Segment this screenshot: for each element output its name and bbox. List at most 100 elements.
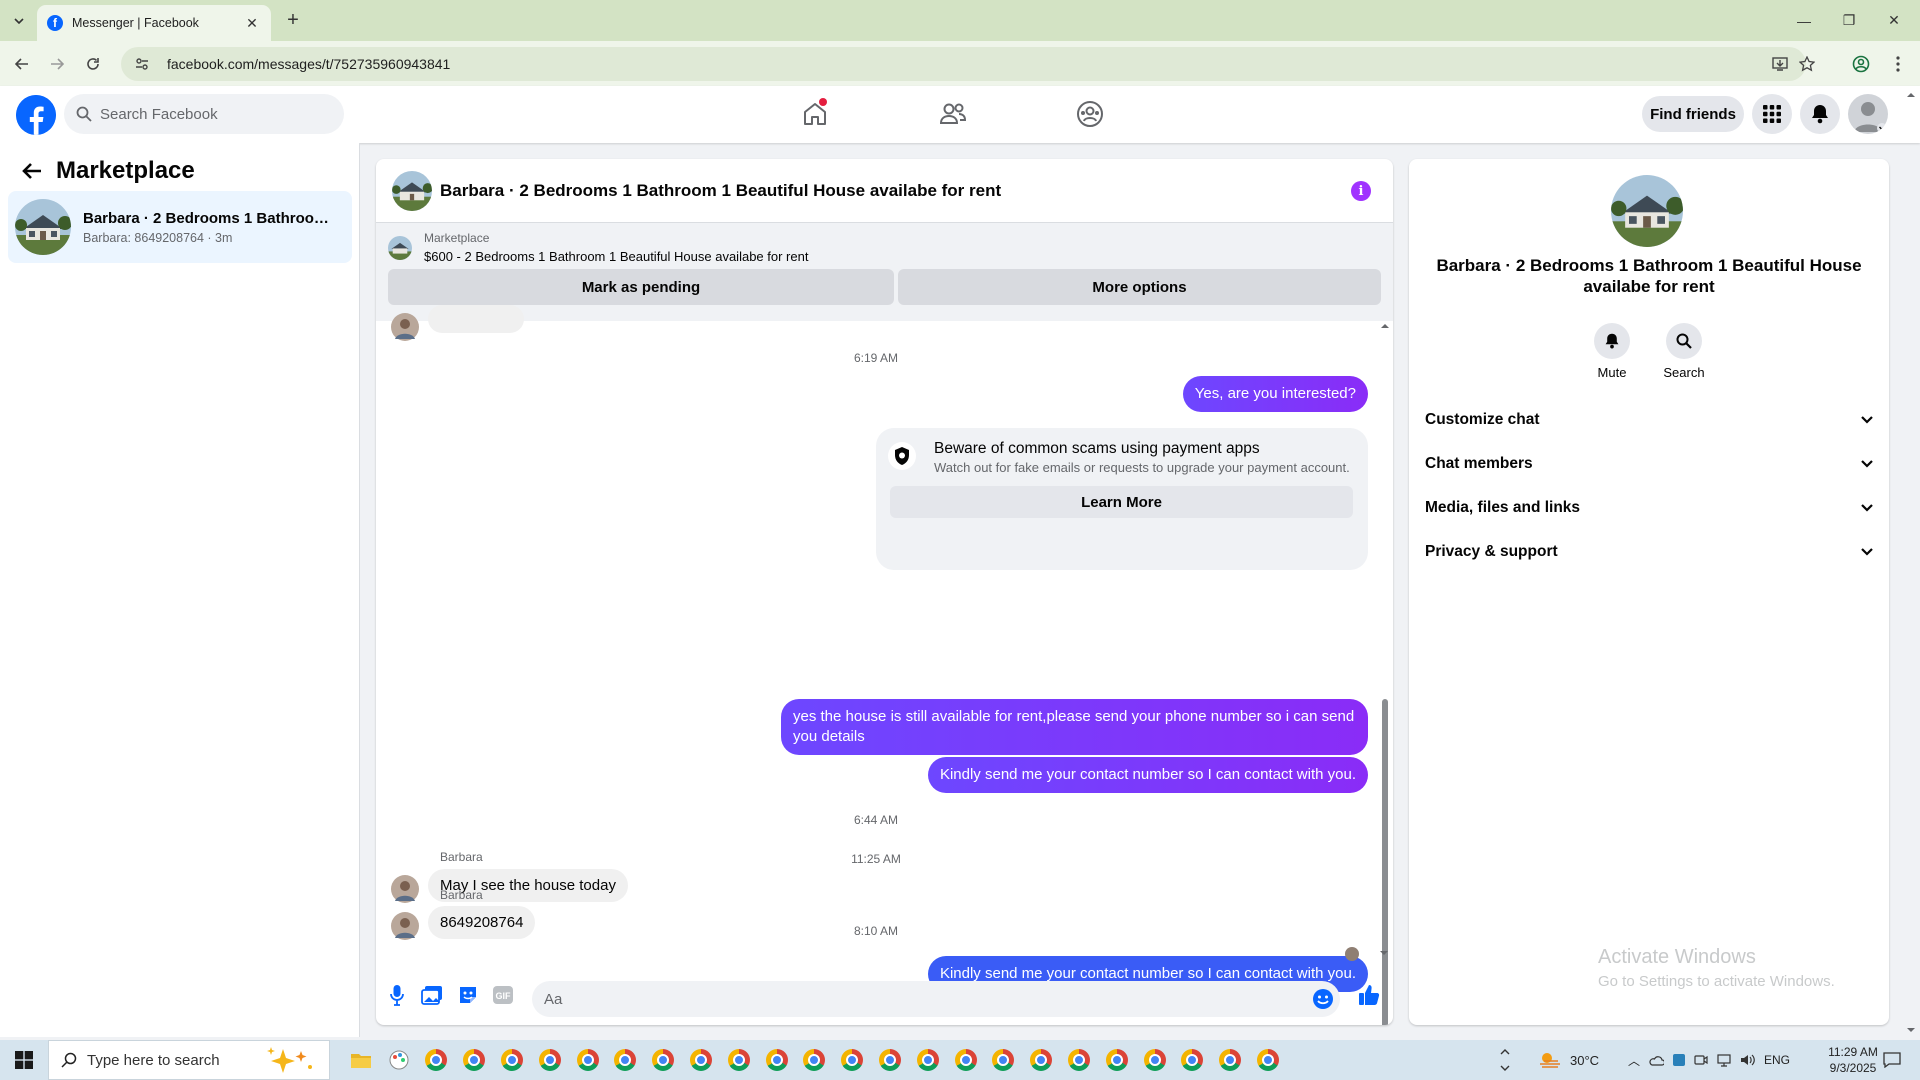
taskbar-scroll[interactable]	[1500, 1040, 1510, 1080]
new-tab-button[interactable]: +	[282, 9, 304, 31]
sticker-icon[interactable]	[456, 983, 480, 1007]
chrome-icon[interactable]	[796, 1046, 834, 1074]
chrome-icon[interactable]	[871, 1046, 909, 1074]
bell-icon[interactable]	[1594, 323, 1630, 359]
restore-button[interactable]: ❐	[1827, 0, 1871, 41]
message-input[interactable]	[532, 981, 1340, 1017]
chrome-icon[interactable]	[493, 1046, 531, 1074]
chrome-icon[interactable]	[1174, 1046, 1212, 1074]
tab-search-button[interactable]	[8, 10, 30, 32]
customize-chat-row[interactable]: Customize chat	[1425, 402, 1873, 438]
app-tray-icon[interactable]	[1672, 1053, 1686, 1067]
listing-profile-image[interactable]	[1611, 175, 1683, 247]
facebook-search[interactable]	[64, 94, 344, 134]
chrome-icon[interactable]	[531, 1046, 569, 1074]
windows-start-button[interactable]	[0, 1040, 48, 1080]
bookmark-star-icon[interactable]	[1793, 47, 1821, 81]
chat-scrollbar[interactable]	[1378, 321, 1390, 1025]
url-bar[interactable]: facebook.com/messages/t/752735960943841	[121, 47, 1815, 81]
chrome-icon[interactable]	[833, 1046, 871, 1074]
conversation-item[interactable]: Barbara · 2 Bedrooms 1 Bathroom ... Barb…	[8, 191, 352, 263]
page-scroll-down-icon[interactable]	[1906, 1027, 1916, 1033]
notification-center-icon[interactable]	[1872, 1040, 1912, 1080]
back-button[interactable]	[9, 51, 35, 77]
forward-button[interactable]	[44, 51, 70, 77]
microphone-icon[interactable]	[385, 983, 409, 1007]
chrome-icon[interactable]	[720, 1046, 758, 1074]
outgoing-message[interactable]: Yes, are you interested?	[1182, 376, 1368, 412]
gif-icon[interactable]: GIF	[491, 983, 515, 1007]
chrome-icon[interactable]	[947, 1046, 985, 1074]
like-thumb-icon[interactable]	[1357, 983, 1381, 1007]
photo-icon[interactable]	[420, 983, 444, 1007]
chrome-icon[interactable]	[1249, 1046, 1287, 1074]
page-scroll-up-icon[interactable]	[1906, 92, 1916, 98]
taskbar-search[interactable]	[48, 1040, 330, 1080]
chrome-icon[interactable]	[758, 1046, 796, 1074]
info-icon[interactable]: i	[1351, 181, 1371, 201]
chrome-icon[interactable]	[1060, 1046, 1098, 1074]
privacy-support-row[interactable]: Privacy & support	[1425, 534, 1873, 570]
chat-members-row[interactable]: Chat members	[1425, 446, 1873, 482]
chrome-icon[interactable]	[644, 1046, 682, 1074]
window-close-button[interactable]: ✕	[1872, 0, 1916, 41]
back-arrow-icon[interactable]	[20, 159, 44, 183]
nav-friends[interactable]	[923, 94, 983, 134]
chrome-icon[interactable]	[682, 1046, 720, 1074]
profile-icon[interactable]	[1848, 51, 1874, 77]
more-options-button[interactable]: More options	[898, 269, 1381, 305]
learn-more-button[interactable]: Learn More	[890, 486, 1353, 518]
paint-app-icon[interactable]	[380, 1046, 418, 1074]
incoming-message[interactable]: 8649208764	[428, 906, 536, 939]
chrome-icon[interactable]	[909, 1046, 947, 1074]
scroll-up-icon[interactable]	[1380, 323, 1390, 329]
chrome-icon[interactable]	[985, 1046, 1023, 1074]
chrome-icon[interactable]	[1098, 1046, 1136, 1074]
scroll-down-icon[interactable]	[1379, 950, 1389, 956]
nav-groups[interactable]	[1060, 94, 1120, 134]
message-text-field[interactable]	[544, 990, 1304, 1008]
site-info-icon[interactable]	[135, 57, 149, 71]
chrome-icon[interactable]	[1211, 1046, 1249, 1074]
facebook-logo-icon[interactable]	[16, 95, 56, 135]
media-files-links-row[interactable]: Media, files and links	[1425, 490, 1873, 526]
search-action[interactable]: Search	[1654, 323, 1714, 380]
menu-grid-button[interactable]	[1752, 94, 1792, 134]
onedrive-icon[interactable]	[1648, 1054, 1665, 1066]
sender-avatar[interactable]	[391, 912, 419, 940]
chrome-icon[interactable]	[455, 1046, 493, 1074]
file-explorer-icon[interactable]	[342, 1046, 380, 1074]
account-avatar[interactable]	[1848, 94, 1888, 134]
chrome-icon[interactable]	[1136, 1046, 1174, 1074]
chrome-icon[interactable]	[569, 1046, 607, 1074]
reload-button[interactable]	[80, 51, 106, 77]
mark-as-pending-button[interactable]: Mark as pending	[388, 269, 894, 305]
chrome-icon[interactable]	[418, 1046, 456, 1074]
search-icon[interactable]	[1666, 323, 1702, 359]
network-icon[interactable]	[1716, 1053, 1732, 1067]
notifications-button[interactable]	[1800, 94, 1840, 134]
show-hidden-icons-icon[interactable]: ︿	[1628, 1052, 1640, 1069]
outgoing-message[interactable]: Kindly send me your contact number so I …	[927, 757, 1368, 793]
find-friends-button[interactable]: Find friends	[1642, 96, 1744, 132]
facebook-search-input[interactable]	[100, 105, 320, 123]
chrome-icon[interactable]	[607, 1046, 645, 1074]
language-indicator[interactable]: ENG	[1764, 1053, 1790, 1067]
browser-menu-icon[interactable]	[1885, 51, 1911, 77]
taskbar-search-input[interactable]	[87, 1051, 257, 1069]
chat-avatar[interactable]	[392, 170, 432, 211]
minimize-button[interactable]: —	[1782, 0, 1826, 41]
browser-tab-messenger[interactable]: f Messenger | Facebook ✕	[37, 5, 271, 41]
nav-home[interactable]	[785, 94, 845, 134]
emoji-icon[interactable]	[1312, 988, 1334, 1010]
close-tab-icon[interactable]: ✕	[243, 14, 261, 32]
install-app-icon[interactable]	[1766, 47, 1794, 81]
sender-avatar[interactable]	[391, 875, 419, 903]
mute-action[interactable]: Mute	[1582, 323, 1642, 380]
chrome-icon[interactable]	[1022, 1046, 1060, 1074]
weather-widget[interactable]: 30°C	[1538, 1040, 1599, 1080]
volume-icon[interactable]	[1740, 1053, 1756, 1067]
meet-now-icon[interactable]	[1694, 1053, 1708, 1067]
listing-text[interactable]: $600 - 2 Bedrooms 1 Bathroom 1 Beautiful…	[424, 249, 808, 264]
outgoing-message[interactable]: yes the house is still available for ren…	[781, 699, 1368, 755]
